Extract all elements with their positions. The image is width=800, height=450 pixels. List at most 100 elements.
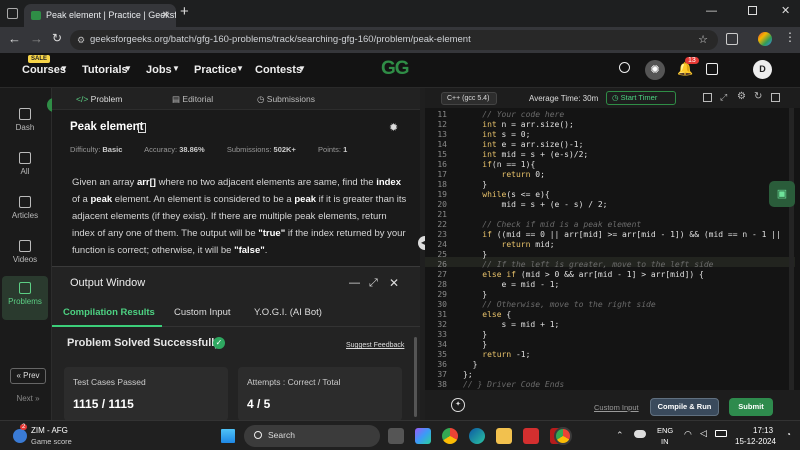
weather-widget-icon[interactable] — [13, 429, 27, 443]
wifi-icon[interactable]: ◠ — [684, 429, 692, 440]
code-line: e = mid - 1; — [463, 280, 560, 289]
sidebar-item-articles[interactable]: Articles — [2, 190, 48, 232]
chat-float-icon[interactable]: ▣ — [769, 181, 795, 207]
chrome-active-icon[interactable] — [554, 427, 572, 445]
tab-editorial[interactable]: ▤ Editorial — [172, 94, 213, 105]
submissions-value: 502K+ — [273, 145, 296, 154]
settings-icon[interactable]: ⚙ — [737, 91, 746, 102]
cloud-icon[interactable] — [634, 430, 646, 438]
search-icon[interactable] — [619, 62, 630, 73]
code-icon: </> — [76, 94, 91, 104]
custom-input-link[interactable]: Custom Input — [594, 403, 639, 412]
gfg-logo[interactable]: GG — [381, 58, 410, 80]
restore-window-icon[interactable] — [748, 6, 757, 15]
chrome-icon[interactable] — [442, 428, 458, 444]
language-select[interactable]: C++ (gcc 5.4) — [441, 92, 497, 105]
translate-icon[interactable] — [706, 63, 718, 75]
tab-submissions[interactable]: ◷ Submissions — [257, 94, 315, 105]
new-tab-button[interactable]: + — [180, 3, 189, 20]
code-line: while(s <= e){ — [482, 190, 550, 199]
nav-tutorials[interactable]: Tutorials — [82, 64, 128, 76]
active-tab-underline — [52, 325, 162, 327]
browser-tab[interactable]: Peak element | Practice | GeeksforGeeks … — [24, 4, 176, 27]
timer-icon: ◷ — [612, 93, 621, 102]
tab-list-icon[interactable] — [7, 8, 18, 19]
profile-avatar-icon[interactable] — [758, 32, 772, 46]
dashboard-icon — [19, 108, 31, 120]
task-view-icon[interactable] — [388, 428, 404, 444]
page-title: Peak element — [70, 121, 144, 133]
code-editor-panel: C++ (gcc 5.4) Average Time: 30m ◷ Start … — [425, 88, 800, 420]
show-hidden-icons[interactable]: ⌃ — [616, 430, 624, 441]
report-bug-icon[interactable]: ✹ — [389, 121, 398, 134]
expand-output-icon[interactable]: ⤢ — [369, 277, 378, 290]
tab-problem[interactable]: </> Problem — [76, 94, 122, 104]
theme-toggle-icon[interactable]: ✺ — [645, 60, 665, 80]
line-number: 32 — [437, 320, 447, 329]
copilot-icon[interactable] — [415, 428, 431, 444]
edge-icon[interactable] — [469, 428, 485, 444]
minimize-window-icon[interactable]: — — [706, 5, 717, 17]
back-icon[interactable]: ← — [8, 31, 21, 46]
minimize-output-icon[interactable]: — — [349, 277, 360, 289]
nav-contests[interactable]: Contests — [255, 64, 302, 76]
sidebar-item-all[interactable]: All — [2, 146, 48, 188]
extensions-icon[interactable] — [726, 33, 738, 45]
start-timer-button[interactable]: ◷ Start Timer — [606, 91, 676, 105]
sidebar-item-problems[interactable]: Problems — [2, 276, 48, 320]
nav-practice[interactable]: Practice — [194, 64, 237, 76]
notification-center-icon[interactable]: ◔ — [786, 430, 791, 439]
weather-badge: 2 — [20, 424, 28, 430]
windows-start-icon[interactable] — [221, 429, 235, 443]
editor-scrollbar[interactable] — [789, 108, 794, 390]
bookmark-star-icon[interactable]: ☆ — [698, 30, 708, 50]
search-icon — [254, 431, 262, 439]
weather-subtitle: Game score — [31, 437, 72, 446]
copy-icon[interactable] — [703, 93, 712, 102]
forward-icon[interactable]: → — [30, 31, 43, 46]
site-info-icon[interactable]: ⚙ — [77, 30, 85, 50]
clock-time[interactable]: 17:13 — [753, 426, 773, 435]
suggest-feedback-link[interactable]: Suggest Feedback — [346, 342, 404, 349]
code-line: int mid = s + (e-s)/2; — [482, 150, 589, 159]
volume-icon[interactable]: ◁ — [700, 428, 707, 439]
reload-icon[interactable]: ↻ — [52, 31, 62, 45]
browser-menu-icon[interactable]: ⋮ — [784, 30, 796, 44]
nav-jobs[interactable]: Jobs — [146, 64, 172, 76]
weather-title[interactable]: ZIM - AFG — [31, 426, 68, 435]
output-scrollbar[interactable] — [414, 337, 417, 417]
output-title: Output Window — [70, 277, 146, 289]
close-tab-icon[interactable]: ✕ — [162, 4, 170, 27]
next-button[interactable]: Next » — [10, 392, 46, 408]
video-icon — [19, 240, 31, 252]
maximize-editor-icon[interactable] — [771, 93, 780, 102]
user-avatar[interactable]: D — [753, 60, 772, 79]
code-line: if ((mid == 0 || arr[mid] >= arr[mid - 1… — [482, 230, 781, 239]
sidebar-item-dash[interactable]: Dash — [2, 102, 48, 144]
taskbar-search[interactable]: Search — [244, 425, 380, 447]
url-bar[interactable]: ⚙ geeksforgeeks.org/batch/gfg-160-proble… — [70, 30, 718, 50]
success-check-icon: ✓ — [213, 337, 225, 349]
windows-taskbar: 2 ZIM - AFG Game score Search ⌃ ENG IN ◠… — [0, 420, 800, 450]
language-top[interactable]: ENG — [657, 426, 673, 435]
close-output-icon[interactable]: ✕ — [389, 276, 399, 290]
battery-icon[interactable] — [715, 430, 727, 437]
compile-run-button[interactable]: Compile & Run — [650, 398, 719, 416]
sidebar-item-videos[interactable]: Videos — [2, 234, 48, 276]
code-area[interactable]: 11 // Your code here 12 int n = arr.size(… — [425, 108, 800, 390]
line-number: 11 — [437, 110, 447, 119]
close-window-icon[interactable]: ✕ — [781, 4, 790, 17]
acrobat-icon[interactable] — [523, 428, 539, 444]
tab-custom-input[interactable]: Custom Input — [174, 307, 231, 318]
ai-bulb-icon[interactable]: ✦ — [451, 398, 465, 412]
submit-button[interactable]: Submit — [729, 398, 773, 416]
reset-icon[interactable]: ↻ — [754, 91, 762, 102]
prev-button[interactable]: « Prev — [10, 368, 46, 384]
fullscreen-icon[interactable]: ⤢ — [720, 92, 727, 103]
tab-yogi-ai-bot[interactable]: Y.O.G.I. (AI Bot) — [254, 307, 322, 318]
tab-compilation-results[interactable]: Compilation Results — [63, 307, 155, 318]
code-line: // Check if mid is a peak element — [463, 220, 642, 229]
bookmark-icon[interactable] — [138, 123, 146, 133]
taskbar-search-label: Search — [268, 430, 295, 440]
file-explorer-icon[interactable] — [496, 428, 512, 444]
